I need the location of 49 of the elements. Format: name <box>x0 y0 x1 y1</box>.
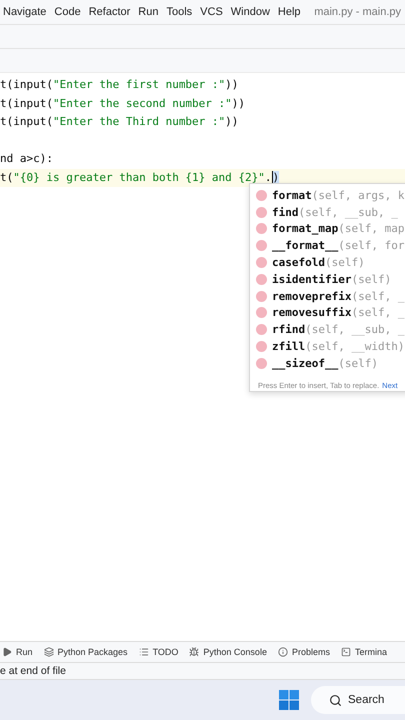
menu-item[interactable]: Code <box>54 6 81 18</box>
completion-item[interactable]: __sizeof__(self) <box>250 354 405 372</box>
run-icon <box>2 647 12 657</box>
menu-item[interactable]: Navigate <box>3 6 46 18</box>
completion-item[interactable]: casefold(self) <box>250 254 405 271</box>
code-line: t(input("Enter the Third number :")) <box>0 114 240 130</box>
layers-icon <box>44 647 54 657</box>
completion-item[interactable]: rfind(self, __sub, _ <box>250 321 405 338</box>
completion-item[interactable]: removesuffix(self, _ <box>250 304 405 322</box>
method-icon <box>256 223 267 234</box>
method-icon <box>256 341 267 352</box>
method-icon <box>256 190 267 201</box>
windows-icon[interactable] <box>279 690 299 710</box>
completion-item[interactable]: zfill(self, __width) <box>250 338 405 355</box>
completion-item[interactable]: find(self, __sub, _ <box>250 204 405 221</box>
tool-window-tab[interactable]: Run <box>2 647 33 657</box>
method-icon <box>256 274 267 285</box>
menu-item[interactable]: Tools <box>166 6 192 18</box>
menu-item[interactable]: Help <box>278 6 301 18</box>
search-field[interactable]: Search <box>311 686 405 714</box>
tool-window-tab[interactable]: Problems <box>278 647 330 657</box>
info-icon <box>278 647 288 657</box>
method-icon <box>256 358 267 369</box>
completion-item[interactable]: format(self, args, k <box>250 187 405 204</box>
tool-window-tab[interactable]: Python Packages <box>44 647 128 657</box>
method-icon <box>256 206 267 218</box>
search-icon <box>329 694 342 706</box>
code-line: t(input("Enter the second number :")) <box>0 96 246 112</box>
method-icon <box>256 324 267 336</box>
code-line: t(input("Enter the first number :")) <box>0 77 240 93</box>
tool-window-tab[interactable]: Python Console <box>189 647 267 657</box>
code-line: nd a>c): <box>0 151 54 167</box>
menu-item[interactable]: VCS <box>200 6 223 18</box>
tool-window-tab[interactable]: TODO <box>138 647 178 657</box>
completion-item[interactable]: __format__(self, for <box>250 237 405 254</box>
window-title: main.py - main.py <box>314 6 401 18</box>
terminal-icon <box>340 647 351 657</box>
menu-item[interactable]: Refactor <box>88 6 130 18</box>
status-message: e at end of file <box>0 662 405 680</box>
menu-item[interactable]: Run <box>138 6 158 18</box>
method-icon <box>256 240 267 252</box>
completion-item[interactable]: isidentifier(self) <box>250 270 405 288</box>
menu-item[interactable]: Window <box>230 6 270 18</box>
completion-item[interactable]: removeprefix(self, _ <box>250 288 405 305</box>
method-icon <box>256 290 267 302</box>
method-icon <box>256 257 267 268</box>
completion-item[interactable]: format_map(self, map <box>250 220 405 238</box>
tool-window-tab[interactable]: Termina <box>340 647 387 657</box>
method-icon <box>256 307 267 318</box>
